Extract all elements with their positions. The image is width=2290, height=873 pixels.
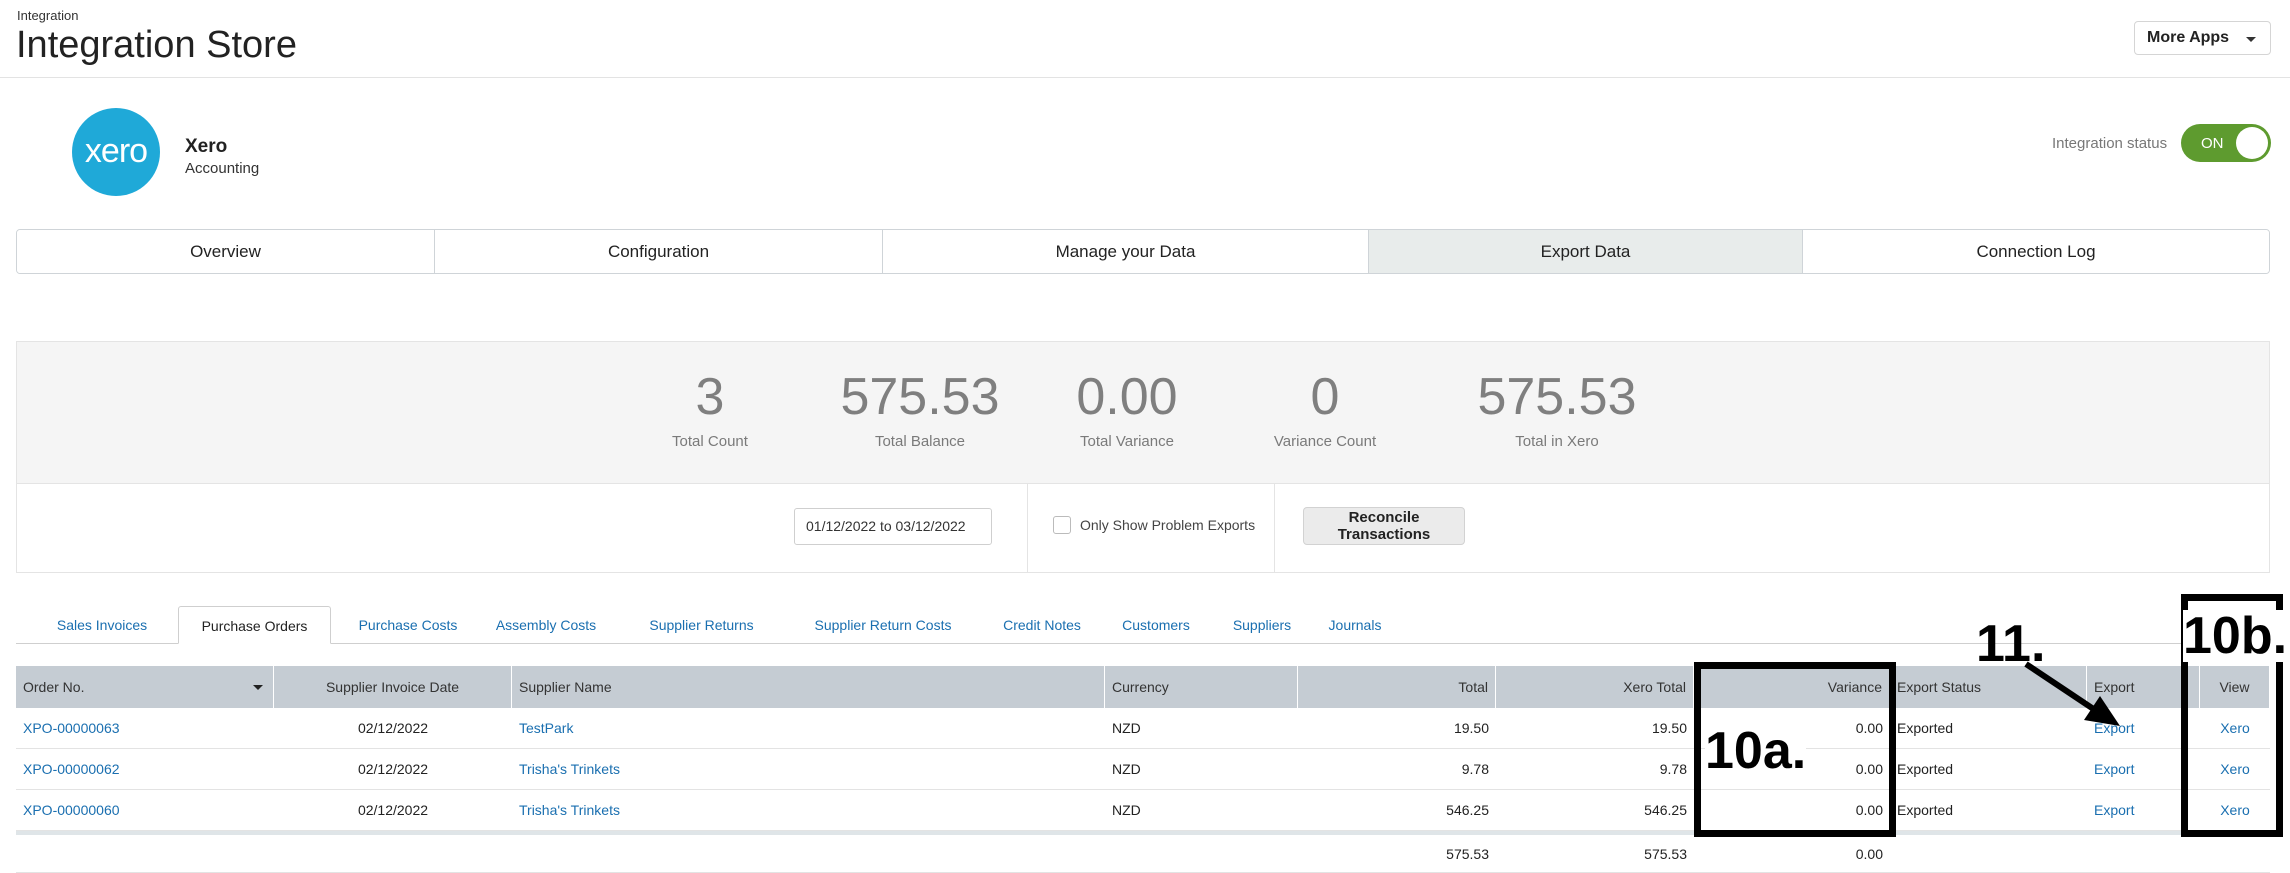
subtab-customers[interactable]: Customers [1114,606,1198,644]
currency: NZD [1112,802,1141,818]
stat-total-count: 3 Total Count [625,367,795,450]
total: 9.78 [1461,761,1489,777]
integration-status-label: Integration status [2052,135,2168,152]
stat-value: 0.00 [1076,368,1178,426]
reconcile-transactions-button[interactable]: Reconcile Transactions [1303,507,1465,545]
stat-label: Total Variance [1080,433,1174,450]
app-category: Accounting [185,160,260,177]
summary-panel: 3 Total Count 575.53 Total Balance 0.00 … [16,341,2270,484]
export-status: Exported [1897,802,1954,818]
column-label: Order No. [23,679,85,695]
export-status: Exported [1897,720,1954,736]
more-apps-label: More Apps [2147,29,2230,46]
subtab-assembly-costs[interactable]: Assembly Costs [486,606,606,644]
supplier-invoice-date: 02/12/2022 [357,720,429,736]
supplier-invoice-date: 02/12/2022 [357,761,429,777]
toggle-state-text: ON [2201,135,2224,152]
tab-overview[interactable]: Overview [17,230,435,273]
annotation-arrow-icon [2024,661,2120,726]
only-problem-exports-checkbox[interactable] [1053,516,1071,534]
more-apps-button[interactable]: More Apps [2134,21,2271,55]
total: 19.50 [1453,720,1489,736]
toggle-knob [2236,127,2268,159]
page-title: Integration Store [16,24,297,66]
xero-total: 9.78 [1659,761,1687,777]
xero-total: 546.25 [1644,802,1687,818]
sum-xero-total: 575.53 [1644,846,1687,862]
currency: NZD [1112,720,1141,736]
subtab-supplier-returns[interactable]: Supplier Returns [634,606,769,644]
table-row: XPO-00000062 02/12/2022 Trisha's Trinket… [16,749,2270,790]
stat-label: Variance Count [1273,433,1377,450]
main-tabs: Overview Configuration Manage your Data … [16,229,2270,274]
stat-total-balance: 575.53 Total Balance [815,367,1025,450]
filter-bar: 01/12/2022 to 03/12/2022 Only Show Probl… [16,484,2270,573]
stat-value: 0 [1310,368,1340,426]
subtab-credit-notes[interactable]: Credit Notes [988,606,1096,644]
stat-variance-count: 0 Variance Count [1240,367,1410,450]
sort-down-icon[interactable] [253,685,263,690]
export-status: Exported [1897,761,1954,777]
column-header-currency[interactable]: Currency [1105,666,1298,708]
stat-total-in-xero: 575.53 Total in Xero [1447,367,1667,450]
sum-variance: 0.00 [1855,846,1883,862]
order-number-link[interactable]: XPO-00000063 [16,708,127,749]
subtab-journals[interactable]: Journals [1322,606,1388,644]
table-header: Order No. Supplier Invoice Date Supplier… [16,666,2270,708]
stat-label: Total Balance [874,433,966,450]
xero-total: 19.50 [1651,720,1687,736]
app-name: Xero [185,136,228,157]
order-number-link[interactable]: XPO-00000062 [16,749,127,790]
column-header-supplier-name[interactable]: Supplier Name [512,666,1105,708]
tab-manage-your-data[interactable]: Manage your Data [883,230,1369,273]
divider [1027,484,1028,573]
total: 546.25 [1446,802,1489,818]
stat-label: Total Count [672,433,748,450]
subtab-purchase-costs[interactable]: Purchase Costs [346,606,470,644]
order-number-link[interactable]: XPO-00000060 [16,790,127,831]
supplier-name-link[interactable]: Trisha's Trinkets [512,749,627,790]
tab-export-data[interactable]: Export Data [1369,230,1803,273]
supplier-invoice-date: 02/12/2022 [357,802,429,818]
page-header: Integration Integration Store More Apps [0,0,2290,78]
subtab-supplier-return-costs[interactable]: Supplier Return Costs [794,606,972,644]
column-header-total[interactable]: Total [1298,666,1496,708]
xero-logo: xero [72,108,160,196]
supplier-name-link[interactable]: TestPark [512,708,580,749]
integration-status-toggle[interactable]: ON [2181,124,2271,162]
stat-total-variance: 0.00 Total Variance [1042,367,1212,450]
subtab-suppliers[interactable]: Suppliers [1224,606,1300,644]
annotation-label-10b: 10b. [2183,607,2288,665]
column-header-xero-total[interactable]: Xero Total [1496,666,1694,708]
table-row: XPO-00000063 02/12/2022 TestPark NZD 19.… [16,708,2270,749]
export-link[interactable]: Export [2087,790,2141,831]
stat-value: 575.53 [1477,368,1637,426]
divider [1274,484,1275,573]
export-type-tabs: Sales Invoices Purchase Orders Purchase … [16,606,2216,644]
sum-total: 575.53 [1446,846,1489,862]
subtab-sales-invoices[interactable]: Sales Invoices [40,606,164,644]
totals-row: 575.53 575.53 0.00 [16,835,2270,873]
stat-value: 3 [695,368,725,426]
annotation-label-10a: 10a. [1705,722,1807,780]
supplier-name-link[interactable]: Trisha's Trinkets [512,790,627,831]
stat-label: Total in Xero [1515,433,1599,450]
date-range-input[interactable]: 01/12/2022 to 03/12/2022 [794,508,992,545]
chevron-down-icon [2246,37,2256,42]
column-header-order-no[interactable]: Order No. [16,666,274,708]
tab-configuration[interactable]: Configuration [435,230,883,273]
currency: NZD [1112,761,1141,777]
stat-value: 575.53 [840,368,1000,426]
column-header-supplier-invoice-date[interactable]: Supplier Invoice Date [274,666,512,708]
only-problem-exports-label[interactable]: Only Show Problem Exports [1080,517,1255,533]
export-link[interactable]: Export [2087,749,2141,790]
breadcrumb[interactable]: Integration [17,8,78,23]
table-row: XPO-00000060 02/12/2022 Trisha's Trinket… [16,790,2270,831]
subtab-purchase-orders[interactable]: Purchase Orders [178,606,331,644]
tab-connection-log[interactable]: Connection Log [1803,230,2269,273]
